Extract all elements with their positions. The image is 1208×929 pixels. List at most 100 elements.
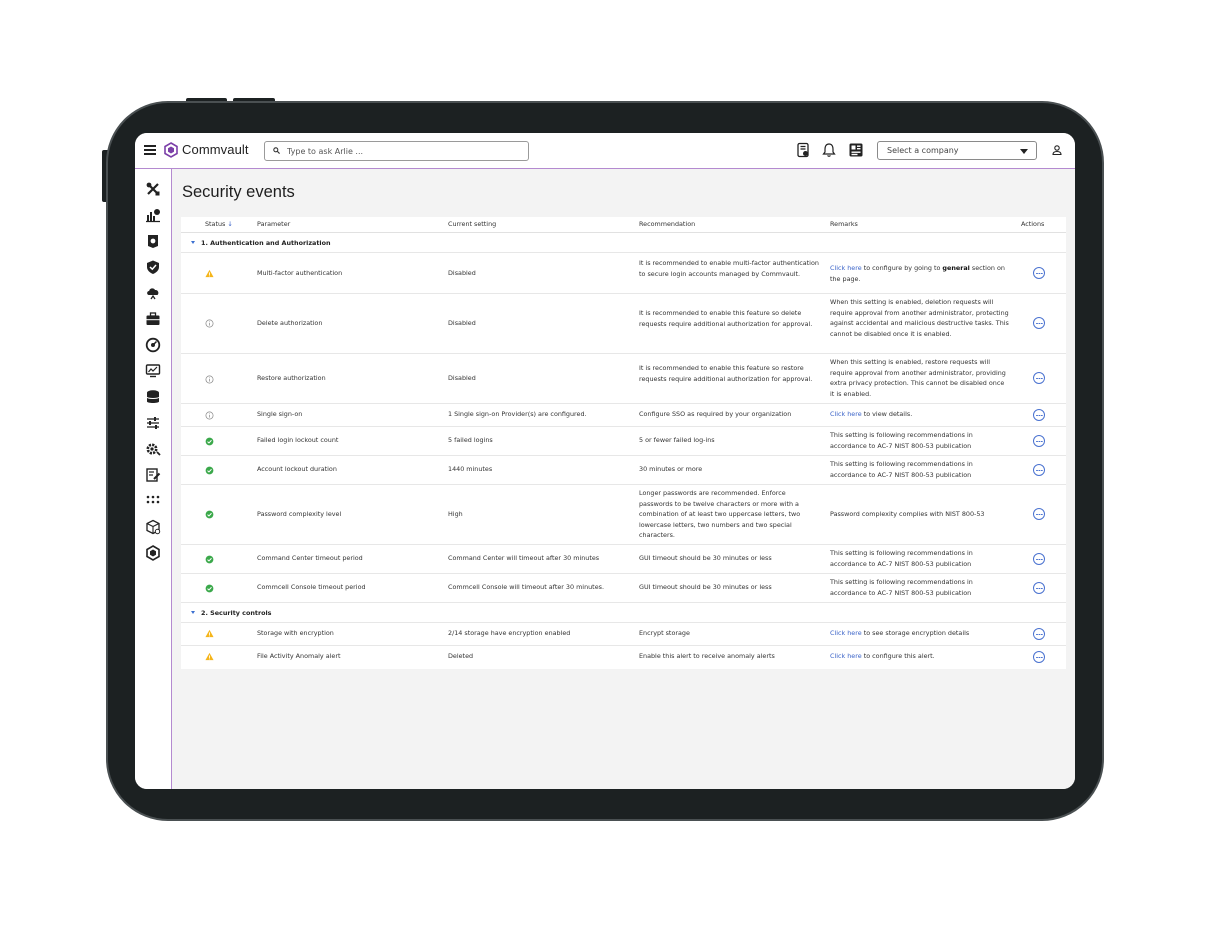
security-badge-icon[interactable] — [145, 233, 161, 249]
left-nav — [135, 169, 172, 789]
check-circle-icon — [205, 510, 214, 519]
warning-icon — [205, 269, 214, 278]
table-row: Single sign-on 1 Single sign-on Provider… — [181, 404, 1066, 427]
more-actions-icon[interactable] — [1033, 435, 1045, 447]
gear-icon[interactable] — [145, 441, 161, 457]
remarks-cell: This setting is following recommendation… — [830, 460, 973, 479]
user-icon[interactable] — [1051, 144, 1063, 156]
collapse-caret-icon[interactable] — [191, 241, 195, 244]
remarks-cell: Click here to view details. — [830, 410, 913, 418]
parameter-cell: Multi-factor authentication — [257, 269, 343, 277]
more-actions-icon[interactable] — [1033, 464, 1045, 476]
recommendation-cell: Longer passwords are recommended. Enforc… — [639, 489, 801, 539]
package-icon[interactable] — [145, 519, 161, 535]
parameter-cell: Single sign-on — [257, 410, 303, 418]
recommendation-cell: Encrypt storage — [639, 629, 690, 637]
more-actions-icon[interactable] — [1033, 372, 1045, 384]
remarks-cell: Password complexity complies with NIST 8… — [830, 510, 985, 518]
parameter-cell: Commcell Console timeout period — [257, 583, 366, 591]
apps-icon[interactable] — [145, 493, 161, 509]
column-recommendation[interactable]: Recommendation — [639, 220, 695, 228]
collapse-caret-icon[interactable] — [191, 611, 195, 614]
search-box[interactable] — [264, 141, 529, 161]
report-icon[interactable] — [795, 142, 811, 158]
parameter-cell: Storage with encryption — [257, 629, 334, 637]
chevron-down-icon — [1020, 149, 1028, 154]
tools-icon[interactable] — [145, 181, 161, 197]
sliders-icon[interactable] — [145, 415, 161, 431]
table-header: Status ↓ Parameter Current setting Recom… — [181, 217, 1066, 233]
warning-icon — [205, 652, 214, 661]
more-actions-icon[interactable] — [1033, 582, 1045, 594]
table-row: Failed login lockout count 5 failed logi… — [181, 427, 1066, 456]
more-actions-icon[interactable] — [1033, 267, 1045, 279]
check-circle-icon — [205, 555, 214, 564]
recommendation-cell: Enable this alert to receive anomaly ale… — [639, 652, 775, 660]
click-here-link[interactable]: Click here — [830, 652, 862, 660]
menu-icon[interactable] — [144, 145, 156, 155]
cloud-icon[interactable] — [145, 285, 161, 301]
main-content: Security events Status ↓ Parameter Curre… — [172, 169, 1075, 789]
sort-arrow-icon: ↓ — [227, 220, 233, 228]
recommendation-cell: It is recommended to enable this feature… — [639, 364, 813, 383]
table-row: File Activity Anomaly alert Deleted Enab… — [181, 646, 1066, 669]
more-actions-icon[interactable] — [1033, 409, 1045, 421]
table-row: Command Center timeout period Command Ce… — [181, 545, 1066, 574]
more-actions-icon[interactable] — [1033, 317, 1045, 329]
recommendation-cell: It is recommended to enable this feature… — [639, 309, 813, 328]
edit-icon[interactable] — [145, 467, 161, 483]
info-icon — [205, 375, 214, 384]
current-setting-cell: Disabled — [448, 319, 476, 327]
column-remarks[interactable]: Remarks — [830, 220, 858, 228]
click-here-link[interactable]: Click here — [830, 264, 862, 272]
column-actions: Actions — [1021, 220, 1045, 228]
company-select[interactable]: Select a company — [877, 141, 1037, 160]
recommendation-cell: 5 or fewer failed log-ins — [639, 436, 715, 444]
storage-icon[interactable] — [145, 389, 161, 405]
search-input[interactable] — [287, 144, 522, 158]
more-actions-icon[interactable] — [1033, 628, 1045, 640]
bell-icon[interactable] — [821, 142, 837, 158]
commvault-logo-icon — [164, 142, 178, 158]
click-here-link[interactable]: Click here — [830, 410, 862, 418]
click-here-link[interactable]: Click here — [830, 629, 862, 637]
column-parameter[interactable]: Parameter — [257, 220, 290, 228]
current-setting-cell: Disabled — [448, 269, 476, 277]
remarks-cell: Click here to see storage encryption det… — [830, 629, 970, 637]
warning-icon — [205, 629, 214, 638]
page-title: Security events — [182, 183, 295, 201]
current-setting-cell: Commcell Console will timeout after 30 m… — [448, 583, 604, 591]
table-row: Storage with encryption 2/14 storage hav… — [181, 623, 1066, 646]
column-status[interactable]: Status ↓ — [205, 220, 233, 228]
column-current-setting[interactable]: Current setting — [448, 220, 496, 228]
group-security-controls[interactable]: 2. Security controls — [181, 603, 1066, 623]
check-circle-icon — [205, 466, 214, 475]
remarks-cell: This setting is following recommendation… — [830, 431, 973, 450]
group-authentication[interactable]: 1. Authentication and Authorization — [181, 233, 1066, 253]
group-label: 1. Authentication and Authorization — [201, 239, 331, 247]
reports-icon[interactable] — [145, 207, 161, 223]
monitor-icon[interactable] — [145, 363, 161, 379]
shield-icon[interactable] — [145, 259, 161, 275]
recommendation-cell: GUI timeout should be 30 minutes or less — [639, 583, 772, 591]
recommendation-cell: GUI timeout should be 30 minutes or less — [639, 554, 772, 562]
current-setting-cell: 2/14 storage have encryption enabled — [448, 629, 571, 637]
more-actions-icon[interactable] — [1033, 651, 1045, 663]
current-setting-cell: High — [448, 510, 463, 518]
dashboard-icon[interactable] — [848, 142, 864, 158]
more-actions-icon[interactable] — [1033, 508, 1045, 520]
info-icon — [205, 319, 214, 328]
remarks-cell: Click here to configure this alert. — [830, 652, 935, 660]
parameter-cell: Account lockout duration — [257, 465, 337, 473]
info-icon — [205, 411, 214, 420]
current-setting-cell: 5 failed logins — [448, 436, 493, 444]
briefcase-icon[interactable] — [145, 311, 161, 327]
parameter-cell: Restore authorization — [257, 374, 326, 382]
screen: Commvault Type to ask Arlie ... Select a… — [135, 133, 1075, 789]
more-actions-icon[interactable] — [1033, 553, 1045, 565]
gauge-icon[interactable] — [145, 337, 161, 353]
group-label: 2. Security controls — [201, 609, 272, 617]
check-circle-icon — [205, 437, 214, 446]
current-setting-cell: 1 Single sign-on Provider(s) are configu… — [448, 410, 587, 418]
commvault-hex-icon[interactable] — [145, 545, 161, 561]
